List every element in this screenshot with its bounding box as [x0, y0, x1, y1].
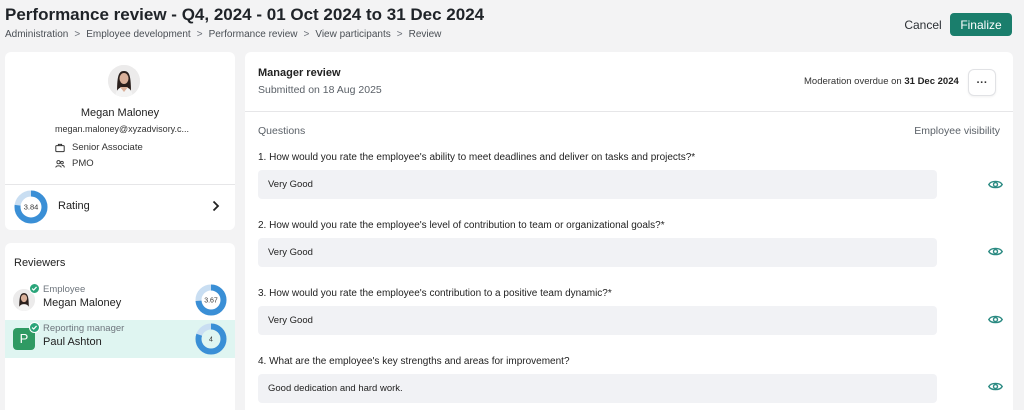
reviewer-score: 3.67 — [204, 298, 218, 305]
breadcrumb-separator: > — [74, 29, 81, 40]
reviewer-role: Employee — [43, 284, 86, 295]
eye-icon[interactable] — [988, 314, 1003, 325]
reviewer-name: Paul Ashton — [43, 336, 102, 348]
reviewers-title: Reviewers — [14, 257, 66, 269]
rating-value: 3.84 — [24, 203, 39, 212]
eye-icon[interactable] — [988, 246, 1003, 257]
chevron-right-icon[interactable] — [210, 199, 222, 213]
reviewer-score: 4 — [209, 337, 213, 344]
rating-row[interactable]: 3.84 Rating — [5, 185, 235, 230]
breadcrumb-separator: > — [303, 29, 310, 40]
people-icon — [55, 159, 65, 168]
profile-position: Senior Associate — [55, 142, 143, 153]
position-label: Senior Associate — [72, 142, 143, 153]
moderation-date: 31 Dec 2024 — [904, 76, 959, 87]
breadcrumb: Administration > Employee development > … — [5, 29, 441, 40]
question-text: 1. How would you rate the employee's abi… — [258, 152, 696, 163]
reviewer-role: Reporting manager — [43, 323, 125, 334]
breadcrumb-item[interactable]: Performance review — [209, 29, 298, 40]
visibility-header: Employee visibility — [914, 125, 1000, 137]
person-photo-icon — [108, 65, 140, 97]
question-text: 3. How would you rate the employee's con… — [258, 288, 612, 299]
breadcrumb-item[interactable]: View participants — [315, 29, 390, 40]
review-submitted: Submitted on 18 Aug 2025 — [258, 84, 382, 96]
reviewer-row-manager[interactable]: P Reporting manager Paul Ashton 4 — [5, 320, 235, 358]
breadcrumb-item[interactable]: Employee development — [86, 29, 191, 40]
breadcrumb-item-current: Review — [408, 29, 442, 40]
answer-field: Very Good — [258, 238, 937, 267]
reviewer-name: Megan Maloney — [43, 297, 122, 309]
moderation-prefix: Moderation overdue on — [804, 76, 902, 87]
reviewers-card: Reviewers Employee Megan Maloney 3.67 P … — [5, 243, 235, 410]
profile-name: Megan Maloney — [80, 107, 160, 119]
check-icon — [29, 322, 40, 333]
questions-header: Questions — [258, 125, 306, 137]
avatar — [108, 65, 140, 97]
breadcrumb-separator: > — [396, 29, 403, 40]
review-panel: Manager review Submitted on 18 Aug 2025 … — [245, 52, 1013, 410]
divider — [245, 111, 1013, 112]
finalize-button[interactable]: Finalize — [950, 13, 1012, 36]
reviewer-row-employee[interactable]: Employee Megan Maloney 3.67 — [5, 281, 235, 319]
check-icon — [29, 283, 40, 294]
more-options-button[interactable]: ··· — [968, 69, 996, 96]
profile-department: PMO — [55, 158, 94, 169]
breadcrumb-item[interactable]: Administration — [5, 29, 68, 40]
review-title: Manager review — [258, 67, 341, 79]
answer-field: Very Good — [258, 170, 937, 199]
eye-icon[interactable] — [988, 179, 1003, 190]
reviewer-score-ring: 3.67 — [195, 284, 227, 316]
answer-field: Good dedication and hard work. — [258, 374, 937, 403]
profile-email: megan.maloney@xyzadvisory.c... — [55, 124, 190, 134]
answer-field: Very Good — [258, 306, 937, 335]
profile-card: Megan Maloney megan.maloney@xyzadvisory.… — [5, 52, 235, 230]
rating-label: Rating — [58, 200, 90, 212]
question-text: 2. How would you rate the employee's lev… — [258, 220, 665, 231]
briefcase-icon — [55, 143, 65, 152]
rating-ring: 3.84 — [14, 190, 48, 224]
moderation-status: Moderation overdue on 31 Dec 2024 — [804, 76, 959, 87]
department-label: PMO — [72, 158, 94, 169]
eye-icon[interactable] — [988, 381, 1003, 392]
question-text: 4. What are the employee's key strengths… — [258, 356, 570, 367]
reviewer-score-ring: 4 — [195, 323, 227, 355]
cancel-button[interactable]: Cancel — [900, 14, 946, 36]
breadcrumb-separator: > — [196, 29, 203, 40]
page-title: Performance review - Q4, 2024 - 01 Oct 2… — [5, 5, 485, 24]
